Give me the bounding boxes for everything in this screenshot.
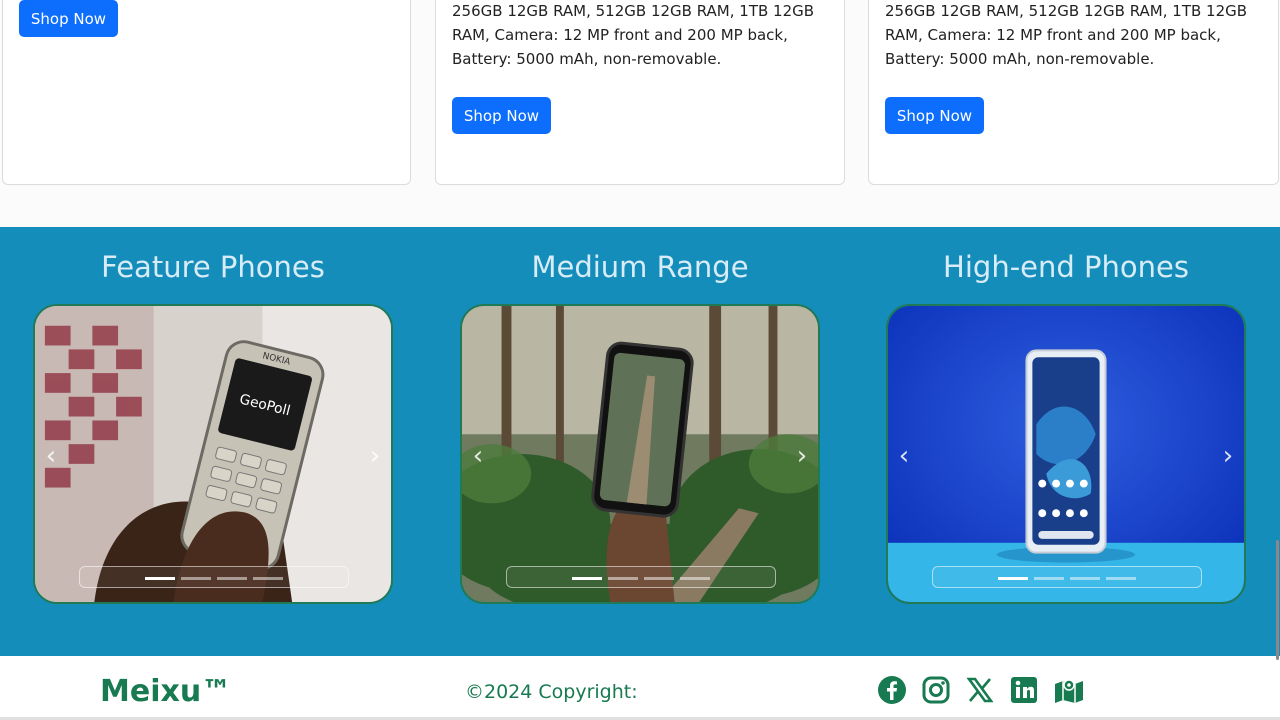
product-spec-text-2: Released on 2024, January 17, weighs 232… bbox=[452, 2, 815, 68]
carousel-indicator-1[interactable] bbox=[572, 577, 602, 580]
product-spec-text-3: Released on 2024, January 17, weighs 232… bbox=[885, 2, 1248, 68]
shop-now-button-3[interactable]: Shop Now bbox=[885, 97, 984, 134]
feature-phone-image: NOKIA GeoPoll bbox=[35, 306, 391, 602]
carousel-indicator-2[interactable] bbox=[608, 577, 638, 580]
product-card-1: Shop Now bbox=[2, 0, 411, 185]
carousel-indicators bbox=[506, 566, 776, 588]
footer-copyright: ©2024 Copyright: bbox=[465, 681, 638, 703]
carousel-indicator-3[interactable] bbox=[217, 577, 247, 580]
carousel-next-arrow[interactable]: › bbox=[790, 442, 814, 470]
product-card-3: Released on 2024, January 17, weighs 232… bbox=[868, 0, 1279, 185]
carousel-indicators bbox=[932, 566, 1202, 588]
carousel-indicator-1[interactable] bbox=[145, 577, 175, 580]
category-title: Medium Range bbox=[531, 250, 749, 284]
category-high-end-phones: High-end Phones ‹ › bbox=[886, 227, 1246, 656]
carousel-indicator-2[interactable] bbox=[181, 577, 211, 580]
instagram-icon[interactable] bbox=[921, 675, 951, 705]
carousel-indicator-3[interactable] bbox=[1070, 577, 1100, 580]
map-icon[interactable] bbox=[1053, 675, 1085, 705]
shop-now-button-2[interactable]: Shop Now bbox=[452, 97, 551, 134]
category-title: Feature Phones bbox=[101, 250, 325, 284]
site-footer: Meixu™ ©2024 Copyright: bbox=[0, 656, 1280, 720]
medium-range-phone-image bbox=[462, 306, 818, 602]
carousel-prev-arrow[interactable]: ‹ bbox=[892, 442, 916, 470]
carousel-indicator-4[interactable] bbox=[680, 577, 710, 580]
linkedin-icon[interactable] bbox=[1009, 675, 1039, 705]
category-feature-phones: Feature Phones NOKIA GeoPoll ‹ › bbox=[33, 227, 393, 656]
high-end-phones-carousel[interactable]: ‹ › bbox=[886, 304, 1246, 604]
footer-brand[interactable]: Meixu™ bbox=[100, 672, 231, 712]
facebook-icon[interactable] bbox=[877, 675, 907, 705]
carousel-indicators bbox=[79, 566, 349, 588]
carousel-indicator-2[interactable] bbox=[1034, 577, 1064, 580]
category-medium-range: Medium Range ‹ › bbox=[460, 227, 820, 656]
carousel-indicator-3[interactable] bbox=[644, 577, 674, 580]
page-scrollbar[interactable] bbox=[1276, 540, 1279, 660]
x-icon[interactable] bbox=[965, 675, 995, 705]
carousel-prev-arrow[interactable]: ‹ bbox=[466, 442, 490, 470]
carousel-indicator-4[interactable] bbox=[1106, 577, 1136, 580]
carousel-next-arrow[interactable]: › bbox=[363, 442, 387, 470]
category-title: High-end Phones bbox=[943, 250, 1189, 284]
medium-range-carousel[interactable]: ‹ › bbox=[460, 304, 820, 604]
high-end-phone-image bbox=[888, 306, 1244, 602]
carousel-indicator-1[interactable] bbox=[998, 577, 1028, 580]
product-card-2: Released on 2024, January 17, weighs 232… bbox=[435, 0, 845, 185]
categories-section: Feature Phones NOKIA GeoPoll ‹ › Medium … bbox=[0, 227, 1280, 656]
carousel-next-arrow[interactable]: › bbox=[1216, 442, 1240, 470]
carousel-indicator-4[interactable] bbox=[253, 577, 283, 580]
feature-phones-carousel[interactable]: NOKIA GeoPoll ‹ › bbox=[33, 304, 393, 604]
shop-now-button-1[interactable]: Shop Now bbox=[19, 0, 118, 37]
carousel-prev-arrow[interactable]: ‹ bbox=[39, 442, 63, 470]
